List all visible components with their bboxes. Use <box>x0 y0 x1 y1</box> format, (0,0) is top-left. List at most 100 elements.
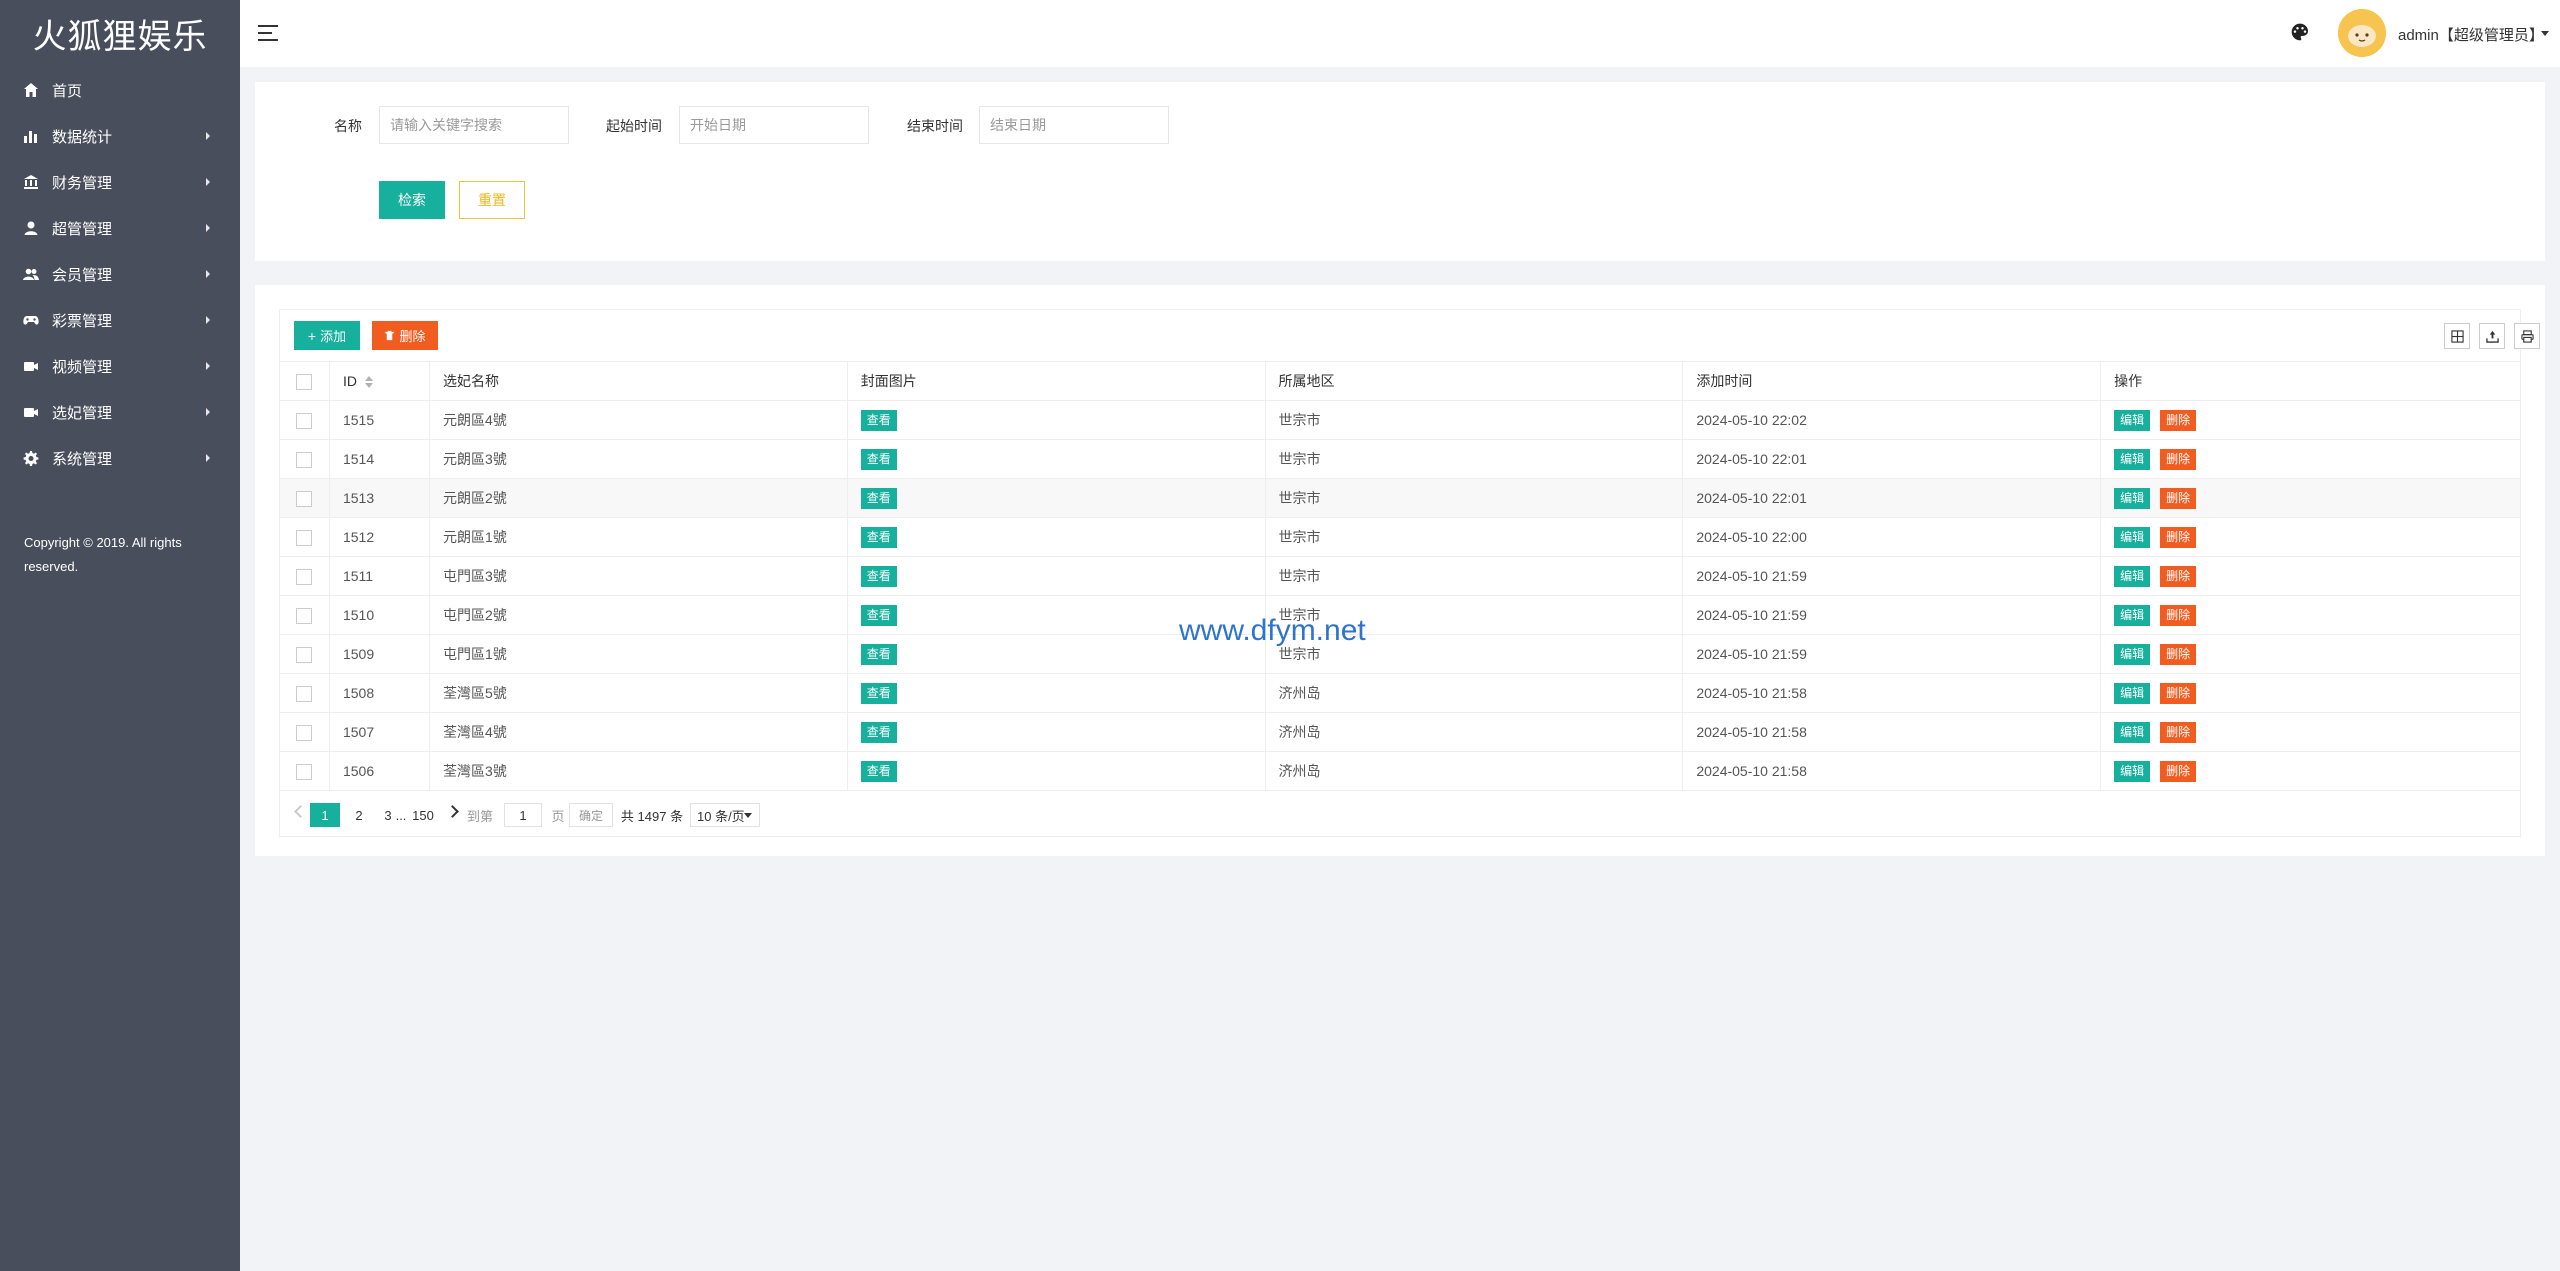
row-select-cell <box>279 439 330 479</box>
sidebar-item-4[interactable]: 会员管理 <box>0 251 240 297</box>
page-last[interactable]: 150 <box>410 803 436 827</box>
table-header-row: ID 选妃名称 封面图片 所属地区 添加时间 操作 <box>279 361 2521 401</box>
edit-button[interactable]: 编辑 <box>2114 487 2151 509</box>
view-cover-button[interactable]: 查看 <box>860 526 897 548</box>
edit-button[interactable]: 编辑 <box>2114 409 2151 431</box>
view-cover-button[interactable]: 查看 <box>860 760 897 782</box>
edit-button[interactable]: 编辑 <box>2114 604 2151 626</box>
sidebar-item-7[interactable]: 选妃管理 <box>0 389 240 435</box>
sidebar-item-0[interactable]: 首页 <box>0 67 240 113</box>
cell-time: 2024-05-10 22:02 <box>1682 400 2102 440</box>
end-date-input[interactable] <box>979 106 1169 144</box>
gear-icon <box>22 449 40 467</box>
sidebar-item-2[interactable]: 财务管理 <box>0 159 240 205</box>
data-table: ID 选妃名称 封面图片 所属地区 添加时间 操作 1515 元朗區4號 查看 世宗市… <box>279 361 2521 791</box>
view-cover-button[interactable]: 查看 <box>860 487 897 509</box>
edit-button[interactable]: 编辑 <box>2114 526 2151 548</box>
edit-button[interactable]: 编辑 <box>2114 643 2151 665</box>
export-icon[interactable] <box>2479 323 2505 349</box>
cell-time: 2024-05-10 22:01 <box>1682 439 2102 479</box>
total-count: 共 1497 条 <box>620 808 684 824</box>
start-date-input[interactable] <box>679 106 869 144</box>
cell-time: 2024-05-10 22:00 <box>1682 517 2102 557</box>
page-1[interactable]: 1 <box>310 803 340 827</box>
row-checkbox[interactable] <box>296 529 313 546</box>
table-row[interactable]: 1510 屯門區2號 查看 世宗市 2024-05-10 21:59 编辑 删除 <box>279 595 2521 635</box>
goto-page-input[interactable] <box>504 803 542 827</box>
theme-palette-icon[interactable] <box>2290 22 2312 44</box>
table-row[interactable]: 1512 元朗區1號 查看 世宗市 2024-05-10 22:00 编辑 删除 <box>279 517 2521 557</box>
view-cover-button[interactable]: 查看 <box>860 682 897 704</box>
batch-delete-button[interactable]: 删除 <box>372 321 438 350</box>
edit-button[interactable]: 编辑 <box>2114 448 2151 470</box>
sidebar-item-3[interactable]: 超管管理 <box>0 205 240 251</box>
sidebar-item-1[interactable]: 数据统计 <box>0 113 240 159</box>
col-id[interactable]: ID <box>328 361 430 401</box>
delete-button[interactable]: 删除 <box>2160 682 2197 704</box>
row-select-cell <box>279 673 330 713</box>
name-search-input[interactable] <box>379 106 569 144</box>
row-select-cell <box>279 478 330 518</box>
delete-button[interactable]: 删除 <box>2160 448 2197 470</box>
table-row[interactable]: 1509 屯門區1號 查看 世宗市 2024-05-10 21:59 编辑 删除 <box>279 634 2521 674</box>
view-cover-button[interactable]: 查看 <box>860 565 897 587</box>
next-page-icon[interactable] <box>446 805 459 818</box>
avatar[interactable] <box>2338 9 2386 57</box>
edit-button[interactable]: 编辑 <box>2114 721 2151 743</box>
sidebar-item-8[interactable]: 系统管理 <box>0 435 240 481</box>
row-checkbox[interactable] <box>296 646 313 663</box>
prev-page-icon[interactable] <box>294 805 307 818</box>
sidebar-item-6[interactable]: 视频管理 <box>0 343 240 389</box>
page-size-select[interactable]: 10 条/页 <box>690 803 760 827</box>
menu-toggle-icon[interactable] <box>258 25 278 41</box>
cell-id: 1514 <box>328 439 430 479</box>
row-checkbox[interactable] <box>296 451 313 468</box>
users-icon <box>22 265 40 283</box>
table-row[interactable]: 1515 元朗區4號 查看 世宗市 2024-05-10 22:02 编辑 删除 <box>279 400 2521 440</box>
table-row[interactable]: 1513 元朗區2號 查看 世宗市 2024-05-10 22:01 编辑 删除 <box>279 478 2521 518</box>
add-button[interactable]: + 添加 <box>294 321 360 350</box>
reset-button[interactable]: 重置 <box>459 181 525 219</box>
row-checkbox[interactable] <box>296 412 313 429</box>
table-row[interactable]: 1508 荃灣區5號 查看 济州岛 2024-05-10 21:58 编辑 删除 <box>279 673 2521 713</box>
app-logo[interactable]: 火狐狸娱乐 <box>0 0 240 67</box>
view-cover-button[interactable]: 查看 <box>860 409 897 431</box>
delete-button[interactable]: 删除 <box>2160 565 2197 587</box>
select-all-checkbox[interactable] <box>296 373 313 390</box>
user-menu[interactable]: admin【超级管理员】 <box>2398 24 2544 45</box>
edit-button[interactable]: 编辑 <box>2114 760 2151 782</box>
edit-button[interactable]: 编辑 <box>2114 565 2151 587</box>
cell-actions: 编辑 删除 <box>2100 400 2521 440</box>
delete-button[interactable]: 删除 <box>2160 526 2197 548</box>
edit-button[interactable]: 编辑 <box>2114 682 2151 704</box>
row-checkbox[interactable] <box>296 685 313 702</box>
delete-button[interactable]: 删除 <box>2160 604 2197 626</box>
table-row[interactable]: 1514 元朗區3號 查看 世宗市 2024-05-10 22:01 编辑 删除 <box>279 439 2521 479</box>
row-checkbox[interactable] <box>296 724 313 741</box>
search-button[interactable]: 检索 <box>379 181 445 219</box>
delete-button[interactable]: 删除 <box>2160 409 2197 431</box>
row-checkbox[interactable] <box>296 607 313 624</box>
chevron-down-icon[interactable] <box>2541 31 2549 36</box>
column-filter-icon[interactable] <box>2444 323 2470 349</box>
sidebar-item-5[interactable]: 彩票管理 <box>0 297 240 343</box>
view-cover-button[interactable]: 查看 <box>860 643 897 665</box>
view-cover-button[interactable]: 查看 <box>860 448 897 470</box>
delete-button[interactable]: 删除 <box>2160 760 2197 782</box>
page-3[interactable]: 3 <box>382 803 394 827</box>
view-cover-button[interactable]: 查看 <box>860 604 897 626</box>
row-checkbox[interactable] <box>296 568 313 585</box>
table-row[interactable]: 1511 屯門區3號 查看 世宗市 2024-05-10 21:59 编辑 删除 <box>279 556 2521 596</box>
table-row[interactable]: 1506 荃灣區3號 查看 济州岛 2024-05-10 21:58 编辑 删除 <box>279 751 2521 791</box>
delete-button[interactable]: 删除 <box>2160 487 2197 509</box>
row-checkbox[interactable] <box>296 490 313 507</box>
table-row[interactable]: 1507 荃灣區4號 查看 济州岛 2024-05-10 21:58 编辑 删除 <box>279 712 2521 752</box>
page-2[interactable]: 2 <box>353 803 365 827</box>
delete-button[interactable]: 删除 <box>2160 643 2197 665</box>
goto-confirm-button[interactable]: 确定 <box>569 803 613 827</box>
sort-icon[interactable] <box>364 376 373 389</box>
view-cover-button[interactable]: 查看 <box>860 721 897 743</box>
row-checkbox[interactable] <box>296 763 313 780</box>
delete-button[interactable]: 删除 <box>2160 721 2197 743</box>
print-icon[interactable] <box>2514 323 2540 349</box>
